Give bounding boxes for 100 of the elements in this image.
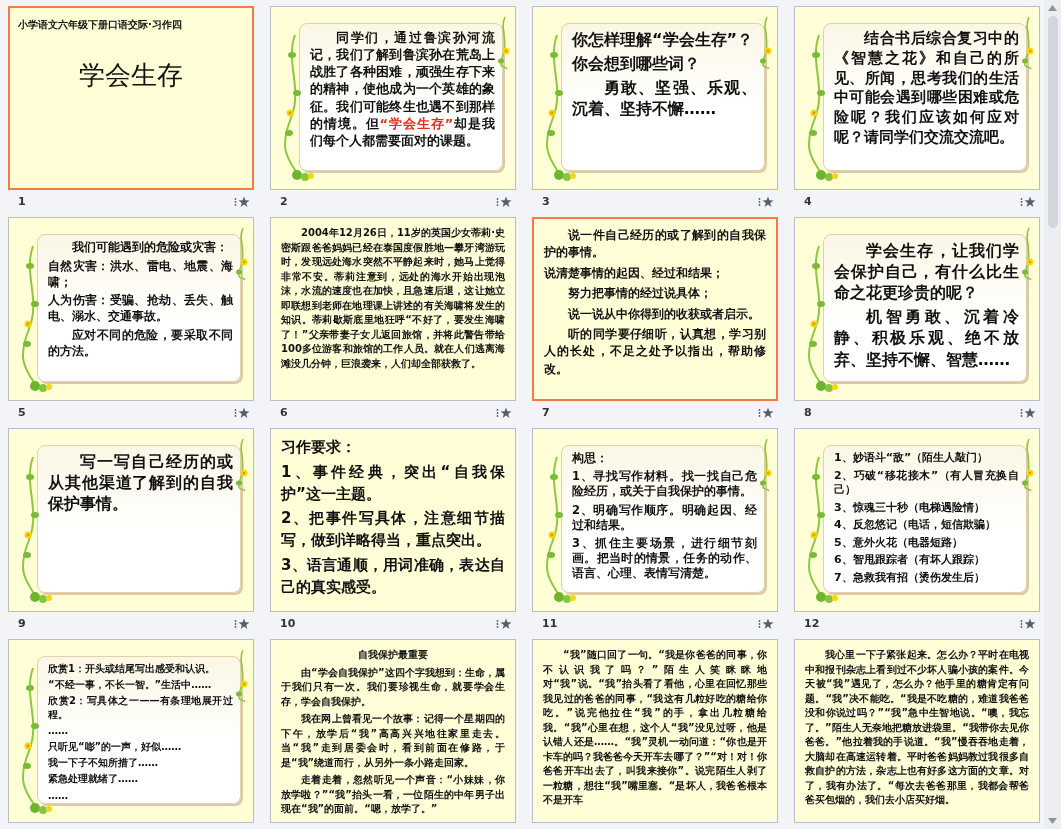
slide-text: 人为伤害：受骗、抢劫、丢失、触电、溺水、交通事故。: [48, 293, 233, 326]
slide-thumbnail[interactable]: [270, 217, 516, 401]
slide-text: 说一件自己经历的或了解到的自我保护的事情。: [544, 227, 766, 262]
slide-number: 5: [18, 406, 26, 419]
slide-text: 努力把事情的经过说具体；: [567, 285, 713, 303]
slide-thumbnail[interactable]: 小学语文六年级下册口语交际·习作四 学会生存: [8, 6, 254, 190]
slide-text: 欣赏1：开头或结尾写出感受和认识。: [48, 662, 216, 676]
slide-text: 1、寻找写作材料。找一找自己危险经历，或关于自我保护的事情。: [572, 469, 757, 500]
slide-thumbnail[interactable]: 写一写自己经历的或从其他渠道了解到的自我保护事情。: [8, 428, 254, 612]
star-icon[interactable]: [234, 195, 250, 208]
slide-text: “我”随口回了一句。“我是你爸爸的同事，你不认识我了吗？”陌生人笑眯眯地对“我”说。“我”抬头看了看他，心里在回忆那些我见过的爸爸的同事，“我这有几粒好吃的糖给你吃。”说完他拉住“我”的手，拿出几粒糖给我。“我”心里在想，这个人“我”没见过呀，他是认错人还是……。“我”灵机一动问道：“你也是开卡车的吗？我爸爸今天开车去哪了？”“对！对！你爸爸开车出去了，叫我来接你”。说完陌生人剥了一粒糖，想往“我”嘴里塞。“是坏人，我爸爸根本不是开车: [543, 648, 767, 807]
slide-number: 12: [804, 617, 820, 630]
slide-text: 走着走着，忽然听见一个声音：“小妹妹，你放学啦？”“我”抬头一看，一位陌生的中年男子出现在“我”的面前。“嗯，放学了。”: [281, 773, 505, 816]
slide-text: ……: [48, 788, 69, 802]
slide-number: 10: [280, 617, 296, 630]
slide-text: 写一写自己经历的或从其他渠道了解到的自我保护事情。: [48, 451, 233, 515]
slide-text: 只听见“嘭”的一声，好似……: [48, 739, 183, 754]
slide-text: 由“学会自我保护”这四个字我想到：生命，属于我们只有一次。我们要珍视生命，就要学会生存，学会自我保护。: [281, 665, 505, 709]
vine-drawing: [495, 15, 511, 71]
slide-number: 8: [804, 406, 812, 419]
slide-thumbnail[interactable]: 欣赏1：开头或结尾写出感受和认识。 “不经一事，不长一智。”生活中…… 欣赏2：写具体之一——有条理地展开过程。 …… 只听见“嘭”的一声，好似…… 我一下子不知所措了…… 紧急处理就绪了…… ……: [8, 639, 254, 823]
slide-thumbnail[interactable]: 学会生存，让我们学会保护自己，有什么比生命之花更珍贵的呢？ 机智勇敢、沉着冷静、积极乐观、绝不放弃、坚持不懈、智慧……: [794, 217, 1040, 401]
slide-thumbnail[interactable]: 说一件自己经历的或了解到的自我保护的事情。 说清楚事情的起因、经过和结果； 努力把事情的经过说具体； 说一说从中你得到的收获或者启示。 听的同学要仔细听，认真想，学习别人的长处，不足之处予以指出，帮助修改。: [532, 217, 778, 401]
slide-text: 2、把事件写具体，注意细节描写，做到详略得当，重点突出。: [281, 508, 505, 551]
vine-drawing: [757, 15, 773, 71]
slide-text: 你会想到哪些词？: [572, 53, 701, 75]
slide-text: “不经一事，不长一智。”生活中……: [48, 678, 213, 692]
slide-number: 9: [18, 617, 26, 630]
slide-text: 6、智甩跟踪者（有坏人跟踪）: [834, 553, 986, 568]
star-icon[interactable]: [496, 406, 512, 419]
slide-text: 自然灾害：洪水、雷电、地震、海啸；: [48, 258, 233, 291]
slide-text: 应对不同的危险，要采取不同的方法。: [48, 328, 233, 360]
slide-text: 你怎样理解“学会生存”？: [572, 29, 755, 51]
slide-text: 机智勇敢、沉着冷静、积极乐观、绝不放弃、坚持不懈、智慧……: [834, 306, 1019, 370]
slide-text: 4、反忽悠记（电话，短信欺骗）: [834, 518, 997, 533]
slide-text: 2、巧破“移花接木”（有人冒充换自己）: [834, 468, 1019, 498]
slide-number: 2: [280, 195, 288, 208]
slide-text: 2004年12月26日，11岁的英国少女蒂莉·史密斯跟爸爸妈妈已经在泰国度假胜地—攀牙湾游玩时，发现远处海水突然不平静起来时，她马上觉得非常不安。蒂莉注意到，远处的海水开始出现泡沫，水流的速度也在加快，且急速后退，这让她立即联想到老师在地理课上讲述的有关海啸将发生的知识。蒂莉歇斯底里地狂呼“不好了，要发生海啸了！”父亲带妻子女儿返回旅馆，并将此警告带给100多位游客和旅馆的工作人员。就在人们逃离海滩没几分钟，巨浪袭来，人们却全部获救了。: [281, 226, 505, 371]
star-icon[interactable]: [758, 406, 774, 419]
slide-text: 2、明确写作顺序。明确起因、经过和结果。: [572, 502, 757, 533]
vine-drawing: [757, 437, 773, 493]
slide-number: 1: [18, 195, 26, 208]
vine-drawing: [1019, 226, 1035, 282]
slide-text: 我们可能遇到的危险或灾害：: [71, 240, 229, 256]
slide-thumbnail[interactable]: 1、妙语斗“敌”（陌生人敲门） 2、巧破“移花接木”（有人冒充换自己） 3、惊魂三十秒（电梯遇险情） 4、反忽悠记（电话，短信欺骗） 5、意外火花（电器短路） 6、智甩跟踪者（有坏人跟踪） 7、急救我有招（烫伤发生后）: [794, 428, 1040, 612]
star-icon[interactable]: [758, 617, 774, 630]
star-icon[interactable]: [496, 617, 512, 630]
slide-thumbnail[interactable]: 习作要求： 1、事件经典，突出“自我保护”这一主题。 2、把事件写具体，注意细节描写，做到详略得当，重点突出。 3、语言通顺，用词准确，表达自己的真实感受。: [270, 428, 516, 612]
slide-text: 构思：: [572, 451, 609, 467]
slide-title: 学会生存: [79, 60, 183, 92]
slide-heading: 自我保护最重要: [357, 648, 429, 662]
slide-thumbnail[interactable]: [270, 639, 516, 823]
slide-text: 说一说从中你得到的收获或者启示。: [567, 305, 761, 323]
vine-drawing: [233, 226, 249, 282]
slide-text: 欣赏2：写具体之一——有条理地展开过程。: [48, 694, 233, 721]
slide-text: 我在网上曾看见一个故事：记得一个星期四的下午，放学后“我”高高兴兴地往家里走去。当“我”走到居委会时，看到前面在修路，于是“我”绕道而行，从另外一条小路走回家。: [281, 712, 505, 770]
star-icon[interactable]: [234, 406, 250, 419]
slide-text: 学会生存，让我们学会保护自己，有什么比生命之花更珍贵的呢？: [834, 240, 1019, 304]
slide-number: 7: [542, 406, 550, 419]
vine-drawing: [1019, 437, 1035, 493]
star-icon[interactable]: [1020, 195, 1036, 208]
slide-text: 我一下子不知所措了……: [48, 756, 159, 770]
scroll-up-icon[interactable]: [1048, 5, 1057, 11]
slide-text: 1、妙语斗“敌”（陌生人敲门）: [834, 451, 990, 466]
star-icon[interactable]: [1020, 617, 1036, 630]
slide-number: 3: [542, 195, 550, 208]
slide-thumbnail[interactable]: 同学们，通过鲁滨孙河流记，我们了解到鲁滨孙在荒岛上战胜了各种困难，顽强生存下来的精神，使他成为一个英雄的象征。我们可能终生也遇不到那样的情境。但“学会生存”却是我们每个人都需要面对的课题。: [270, 6, 516, 190]
slide-text: 勇敢、坚强、乐观、沉着、坚持不懈……: [572, 77, 757, 120]
star-icon[interactable]: [758, 195, 774, 208]
slide-subtitle: 小学语文六年级下册口语交际·习作四: [18, 18, 182, 32]
slide-number: 11: [542, 617, 558, 630]
slide-text: ……: [48, 723, 69, 737]
slide-text: 3、语言通顺，用词准确，表达自己的真实感受。: [281, 554, 505, 598]
slide-text: 1、事件经典，突出“自我保护”这一主题。: [281, 461, 505, 505]
slide-number: 6: [280, 406, 288, 419]
slide-text: 听的同学要仔细听，认真想，学习别人的长处，不足之处予以指出，帮助修改。: [544, 325, 766, 378]
slide-thumbnail[interactable]: 结合书后综合复习中的《智慧之花》和自己的所见、所闻，思考我们的生活中可能会遇到哪些困难或危险呢？我们应该如何应对呢？请同学们交流交流吧。: [794, 6, 1040, 190]
star-icon[interactable]: [1020, 406, 1036, 419]
slide-thumbnail[interactable]: 我们可能遇到的危险或灾害： 自然灾害：洪水、雷电、地震、海啸； 人为伤害：受骗、抢劫、丢失、触电、溺水、交通事故。 应对不同的危险，要采取不同的方法。: [8, 217, 254, 401]
slide-text: 结合书后综合复习中的《智慧之花》和自己的所见、所闻，思考我们的生活中可能会遇到哪些困难或危险呢？我们应该如何应对呢？请同学们交流交流吧。: [834, 29, 1019, 148]
slide-text: 7、急救我有招（烫伤发生后）: [834, 570, 986, 586]
star-icon[interactable]: [496, 195, 512, 208]
slide-thumbnail[interactable]: 你怎样理解“学会生存”？ 你会想到哪些词？ 勇敢、坚强、乐观、沉着、坚持不懈……: [532, 6, 778, 190]
slide-text: 同学们，通过鲁滨孙河流记，我们了解到鲁滨孙在荒岛上战胜了各种困难，顽强生存下来的精神，使他成为一个英雄的象征。我们可能终生也遇不到那样的情境。但“学会生存”却是我们每个人都需要面对的课题。: [310, 29, 495, 150]
slide-text: 我心里一下子紧张起来。怎么办？平时在电视中和报刊杂志上看到过不少坏人骗小孩的案件。今天被“我”遇见了，怎么办？他手里的糖肯定有问题。“我”决不能吃。“我是不吃糖的，难道我爸爸没和你说过吗？”“我”急中生智地说。“噢，我忘了。”陌生人无奈地把糖放进袋里。“我带你去见你爸爸。”他拉着我的手说道。“我”慢吞吞地走着，大脑却在高速运转着。平时爸爸妈妈教过我很多自救自护的方法，杂志上也有好多这方面的文章。对了，我有办法了。“每次去爸爸那里，我都会帮爸爸买包烟的，我们去小店买好烟。: [805, 648, 1029, 807]
slide-text: 3、惊魂三十秒（电梯遇险情）: [834, 500, 986, 516]
slide-thumbnail[interactable]: [532, 639, 778, 823]
vine-drawing: [233, 437, 249, 493]
slide-text: 习作要求：: [281, 437, 357, 458]
scroll-down-icon[interactable]: [1048, 818, 1057, 824]
slide-text: 3、抓住主要场景，进行细节刻画。把当时的情景，任务的动作、语言、心理、表情写清楚。: [572, 535, 757, 582]
vine-drawing: [233, 648, 249, 704]
slide-thumbnail[interactable]: [794, 639, 1040, 823]
vine-drawing: [1019, 15, 1035, 71]
slide-text: 5、意外火花（电器短路）: [834, 535, 964, 551]
slide-number: 4: [804, 195, 812, 208]
scrollbar-thumb[interactable]: [1047, 16, 1058, 228]
slide-thumbnail[interactable]: 构思： 1、寻找写作材料。找一找自己危险经历，或关于自我保护的事情。 2、明确写作顺序。明确起因、经过和结果。 3、抓住主要场景，进行细节刻画。把当时的情景，任务的动作、语言、心理、表情写清楚。: [532, 428, 778, 612]
star-icon[interactable]: [234, 617, 250, 630]
slide-text: 紧急处理就绪了……: [48, 772, 139, 786]
